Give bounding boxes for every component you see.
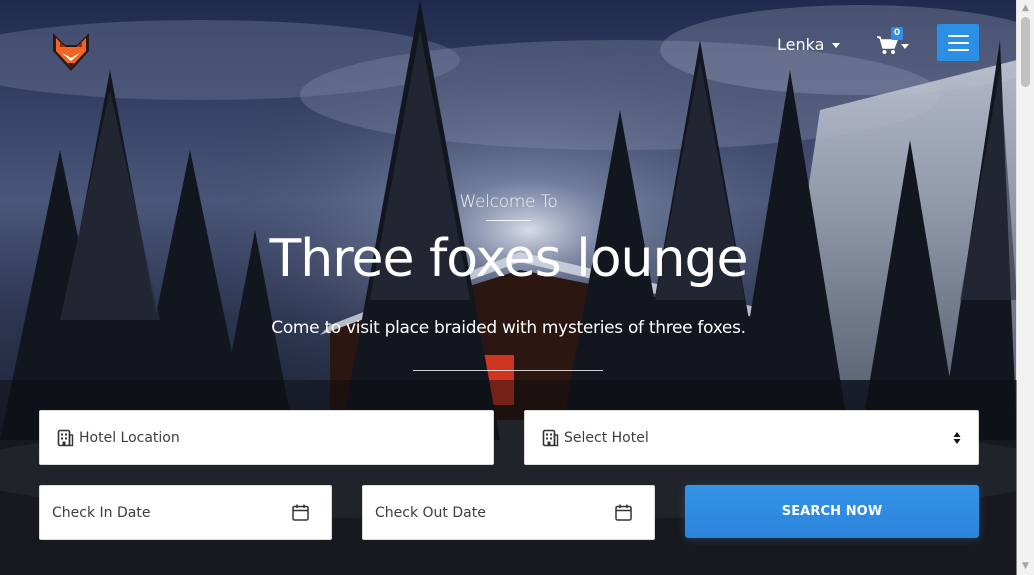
hamburger-icon-bar <box>947 48 969 51</box>
fox-logo[interactable] <box>50 31 92 73</box>
check-in-date-input[interactable]: Check In Date <box>39 485 332 540</box>
scroll-up-icon[interactable]: ▲ <box>1017 0 1034 17</box>
check-in-placeholder: Check In Date <box>52 504 151 521</box>
search-now-button[interactable]: SEARCH NOW <box>685 485 979 538</box>
kicker-divider <box>486 220 531 221</box>
check-out-placeholder: Check Out Date <box>375 504 486 521</box>
hotel-location-placeholder: Hotel Location <box>79 429 180 446</box>
cart-caret-down-icon <box>901 43 909 49</box>
page-scrollbar[interactable]: ▲ ▼ <box>1016 0 1034 575</box>
select-arrows-icon <box>953 432 961 444</box>
check-out-date-input[interactable]: Check Out Date <box>362 485 655 540</box>
hotel-select[interactable]: Select Hotel <box>524 410 979 465</box>
building-icon <box>542 429 559 446</box>
hotel-select-value: Select Hotel <box>564 429 649 446</box>
hero-divider <box>413 370 603 371</box>
hamburger-icon-bar <box>947 41 969 44</box>
cart-count-badge: 0 <box>891 27 903 40</box>
scrollbar-thumb[interactable] <box>1021 17 1030 87</box>
building-icon <box>57 429 74 446</box>
user-menu[interactable]: Lenka <box>777 33 841 55</box>
hero-kicker: Welcome To <box>459 192 558 212</box>
hamburger-icon-bar <box>947 34 969 37</box>
hero-title: Three foxes lounge <box>269 229 749 289</box>
user-name: Lenka <box>777 34 825 54</box>
calendar-icon[interactable] <box>615 504 632 521</box>
hamburger-menu-button[interactable] <box>937 24 979 61</box>
cart-button[interactable]: 0 <box>876 27 916 60</box>
caret-down-icon <box>832 42 841 48</box>
hero-subtitle: Come to visit place braided with mysteri… <box>271 318 746 338</box>
scroll-down-icon[interactable]: ▼ <box>1017 558 1034 575</box>
hotel-location-input[interactable]: Hotel Location <box>39 410 494 465</box>
calendar-icon[interactable] <box>292 504 309 521</box>
